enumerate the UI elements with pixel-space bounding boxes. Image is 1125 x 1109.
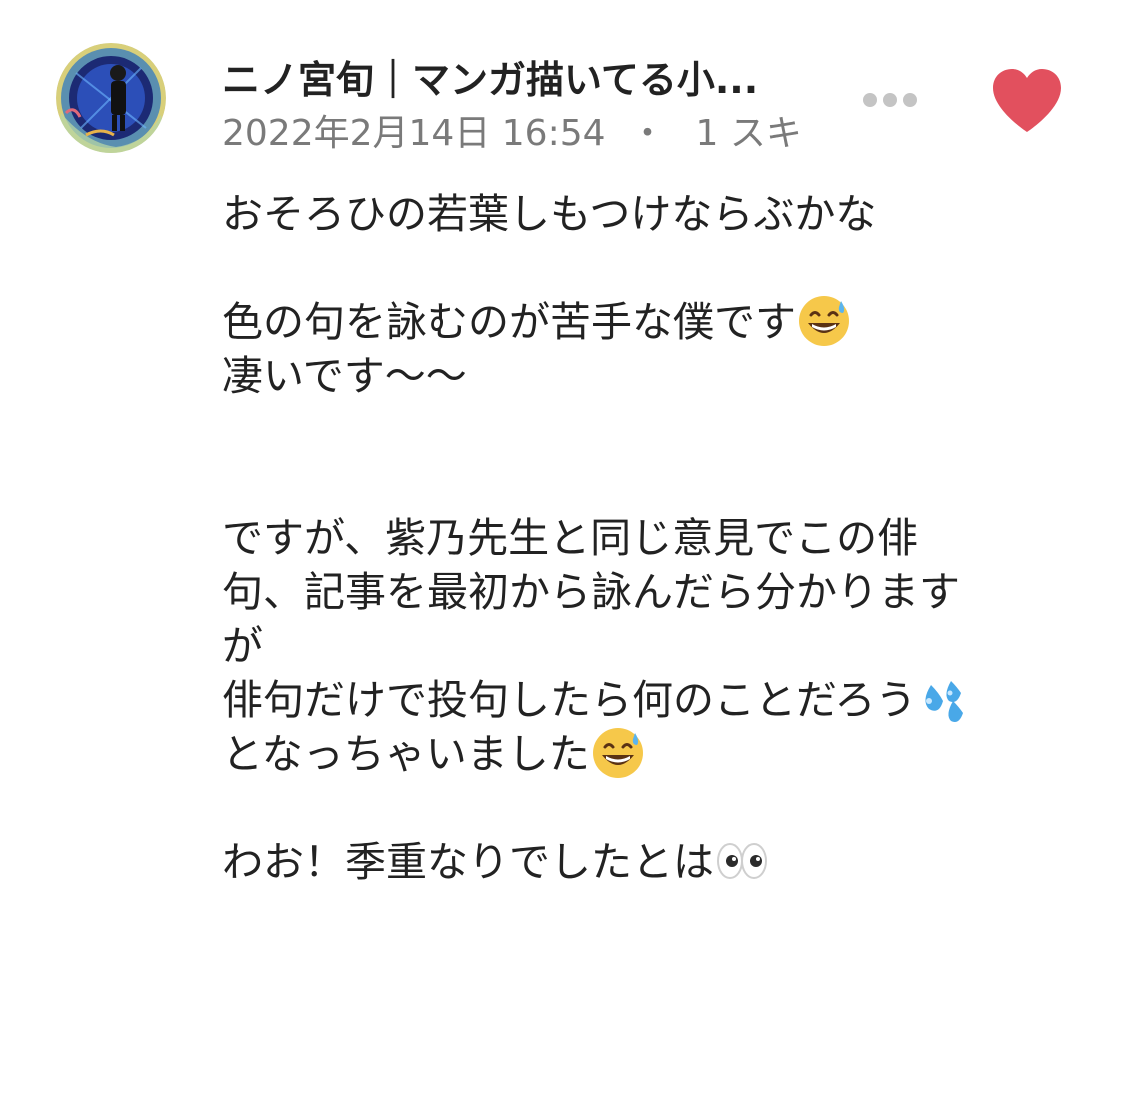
author-name[interactable]: ニノ宮旬｜マンガ描いてる小... (222, 55, 822, 105)
comment-line-text: わお！季重なりでしたとは (222, 838, 714, 886)
like-count[interactable]: 1 スキ (696, 113, 802, 154)
sweat-droplets-emoji (917, 671, 973, 727)
grinning-sweat-emoji (796, 293, 852, 349)
comment-line: ですが、紫乃先生と同じ意見でこの俳 (222, 514, 919, 562)
comment-line-text: 俳句だけで投句したら何のことだろう (222, 676, 917, 724)
meta-separator: ・ (629, 113, 666, 154)
comment-line: 句、記事を最初から詠んだら分かります (222, 568, 960, 616)
eyes-emoji (714, 833, 770, 889)
comment-body: おそろひの若葉しもつけならぶかな 色の句を詠むのが苦手な僕です 凄いです〜〜 で… (222, 187, 1052, 889)
grinning-sweat-emoji (590, 725, 646, 781)
comment-meta: 2022年2月14日 16:54 ・ 1 スキ (222, 110, 802, 158)
comment-line: 色の句を詠むのが苦手な僕です (222, 295, 1052, 349)
comment-date: 2022年2月14日 16:54 (222, 113, 606, 154)
heart-icon[interactable] (990, 66, 1064, 136)
avatar[interactable] (56, 43, 166, 153)
comment-line-text: となっちゃいました (222, 730, 590, 778)
comment-line: おそろひの若葉しもつけならぶかな (222, 190, 877, 238)
avatar-image (56, 43, 166, 153)
comment-line: わお！季重なりでしたとは (222, 835, 1052, 889)
comment-line: 凄いです〜〜 (222, 352, 467, 400)
comment-line: が (222, 622, 263, 670)
ellipsis-icon[interactable] (858, 82, 922, 118)
comment-line-text: 色の句を詠むのが苦手な僕です (222, 298, 796, 346)
comment-line: 俳句だけで投句したら何のことだろう (222, 673, 1052, 727)
comment-line: となっちゃいました (222, 727, 1052, 781)
